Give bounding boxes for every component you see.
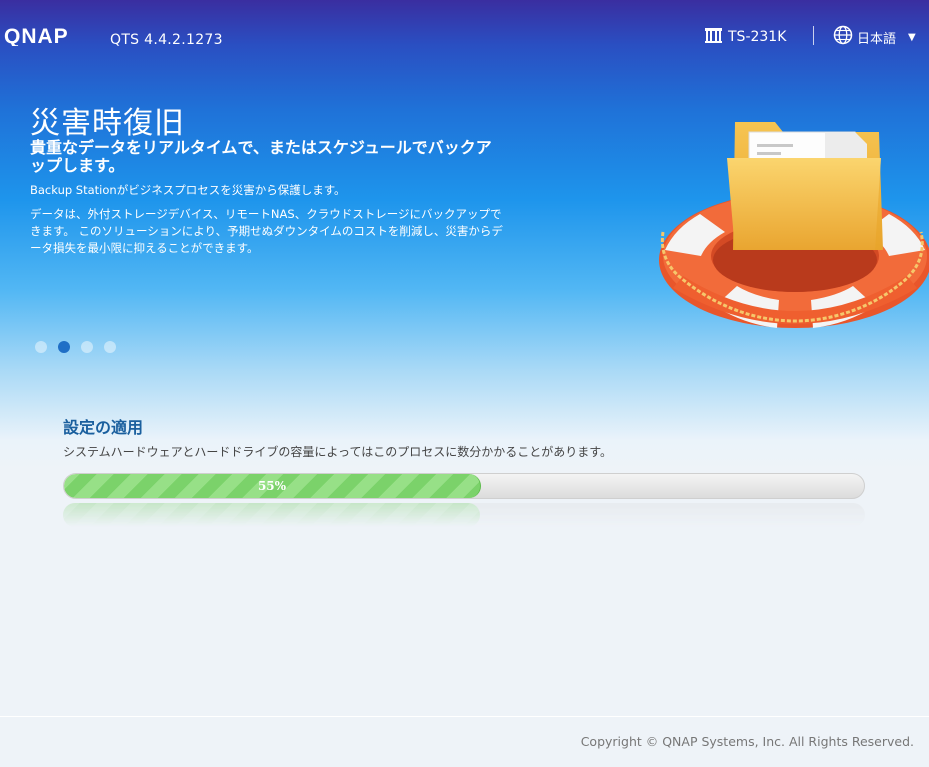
status-description: システムハードウェアとハードドライブの容量によってはこのプロセスに数分かかること… xyxy=(63,445,613,459)
brand-wordmark: QNAP xyxy=(4,26,69,46)
carousel-indicators xyxy=(35,341,127,353)
carousel-dot[interactable] xyxy=(81,341,93,353)
hero-description-2: データは、外付ストレージデバイス、リモートNAS、クラウドストレージにバックアッ… xyxy=(30,207,503,255)
progress-reflection-fill xyxy=(63,503,481,527)
status-title: 設定の適用 xyxy=(63,418,144,437)
hero-title: 災害時復旧 xyxy=(30,106,185,141)
firmware-version: QTS 4.4.2.1273 xyxy=(110,32,223,48)
progress-reflection xyxy=(63,503,865,527)
chevron-down-icon: ▼ xyxy=(908,31,916,43)
carousel-dot[interactable] xyxy=(58,341,70,353)
language-label: 日本語 xyxy=(857,31,897,47)
hero-subtitle: 貴重なデータをリアルタイムで、またはスケジュールでバックアップします。 xyxy=(30,138,492,175)
device-model-label: TS-231K xyxy=(728,29,787,45)
language-selector[interactable]: 日本語 ▼ xyxy=(833,25,916,49)
nas-device-icon xyxy=(704,26,728,48)
hero-description-1: Backup Stationがビジネスプロセスを災害から保護します。 xyxy=(30,183,346,197)
lifebuoy-folder-illustration xyxy=(655,110,929,346)
footer-divider xyxy=(0,716,929,717)
qnap-logo: QNAP xyxy=(4,25,100,50)
carousel-dot[interactable] xyxy=(104,341,116,353)
top-bar: QNAP QTS 4.4.2.1273 TS-231K 日本語 ▼ xyxy=(0,0,929,72)
header-divider xyxy=(813,26,814,45)
progress-bar: 55% xyxy=(63,473,865,499)
carousel-dot[interactable] xyxy=(35,341,47,353)
copyright-text: Copyright © QNAP Systems, Inc. All Right… xyxy=(580,734,914,749)
globe-icon xyxy=(833,25,857,49)
progress-label: 55% xyxy=(257,479,287,493)
device-model[interactable]: TS-231K xyxy=(704,26,786,48)
